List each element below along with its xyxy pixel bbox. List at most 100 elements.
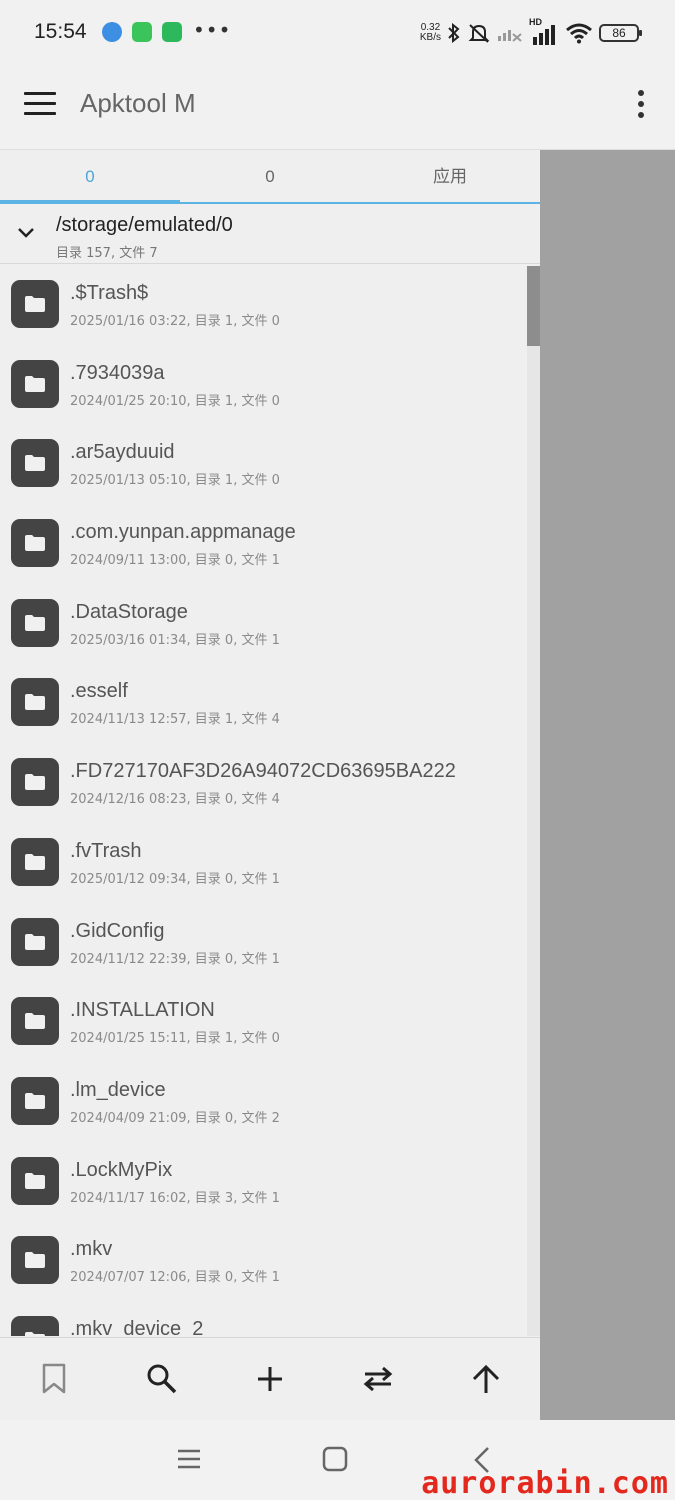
add-button[interactable] [240,1349,300,1409]
signal-strong-icon [533,25,555,45]
file-meta: 2024/04/09 21:09, 目录 0, 文件 2 [70,1110,280,1126]
search-button[interactable] [132,1349,192,1409]
file-name: .FD727170AF3D26A94072CD63695BA222 [70,760,456,783]
folder-icon [11,280,59,328]
file-name: .INSTALLATION [70,999,215,1022]
hamburger-menu-icon[interactable] [24,92,56,118]
app-bar: Apktool M [0,66,675,150]
folder-icon [11,678,59,727]
file-name: .DataStorage [70,600,188,623]
file-list-item[interactable]: .DataStorage 2025/03/16 01:34, 目录 0, 文件 1 [0,585,528,665]
add-icon [258,1367,282,1391]
file-list-item[interactable]: .7934039a 2024/01/25 20:10, 目录 1, 文件 0 [0,346,528,426]
recent-apps-icon[interactable] [176,1446,202,1472]
file-browser-pane: 0 0 应用 /storage/emulated/0 目录 157, 文件 7 … [0,150,540,1420]
file-name: .7934039a [70,361,165,384]
bookmark-button[interactable] [24,1349,84,1409]
file-list-item[interactable]: .ar5ayduuid 2025/01/13 05:10, 目录 1, 文件 0 [0,425,528,505]
file-name: .ar5ayduuid [70,441,175,464]
file-list-item[interactable]: .$Trash$ 2025/01/16 03:22, 目录 1, 文件 0 [0,266,528,346]
file-list-item[interactable]: .lm_device 2024/04/09 21:09, 目录 0, 文件 2 [0,1063,528,1143]
scrollbar-track[interactable] [527,266,540,1336]
folder-icon [11,439,59,488]
bottom-toolbar [0,1337,540,1420]
folder-icon [11,519,59,568]
scrollbar-thumb[interactable] [527,266,540,346]
file-meta: 2024/11/17 16:02, 目录 3, 文件 1 [70,1190,280,1206]
file-list-item[interactable]: .INSTALLATION 2024/01/25 15:11, 目录 1, 文件 … [0,983,528,1063]
path-header: /storage/emulated/0 目录 157, 文件 7 [0,204,540,264]
file-meta: 2024/11/12 22:39, 目录 0, 文件 1 [70,951,280,967]
path-summary: 目录 157, 文件 7 [56,246,158,261]
net-speed: 0.32 KB/s [420,23,441,43]
file-meta: 2024/12/16 08:23, 目录 0, 文件 4 [70,792,280,808]
tab-apps[interactable]: 应用 [360,150,540,202]
file-list[interactable]: .$Trash$ 2025/01/16 03:22, 目录 1, 文件 0 .793… [0,266,528,1336]
signal-weak-icon [498,30,522,42]
folder-icon [11,1236,59,1285]
file-name: .mkv_device_2 [70,1317,204,1336]
search-icon [147,1364,177,1394]
mute-bell-icon [468,24,490,43]
file-list-item[interactable]: .mkv 2024/07/07 12:06, 目录 0, 文件 1 [0,1222,528,1302]
file-name: .mkv [70,1238,113,1261]
app-title: Apktool M [80,88,196,118]
browser-notification-icon [102,22,122,42]
battery-indicator: 86 [599,24,642,42]
folder-icon [11,997,59,1046]
arrow-up-icon [472,1364,500,1393]
go-up-button[interactable] [456,1349,516,1409]
folder-icon [11,359,59,408]
file-meta: 2024/09/11 13:00, 目录 0, 文件 1 [70,553,280,569]
drawer-scrim[interactable] [540,150,675,1420]
bookmark-icon [42,1363,66,1394]
hd-signal: HD [529,17,559,45]
file-list-item[interactable]: .mkv_device_2 [0,1302,528,1336]
file-meta: 2025/01/12 09:34, 目录 0, 文件 1 [70,871,280,887]
file-name: .GidConfig [70,919,165,942]
tab-storage-2[interactable]: 0 [180,150,360,202]
bluetooth-icon [448,23,460,43]
wifi-icon [566,23,592,44]
file-meta: 2024/01/25 20:10, 目录 1, 文件 0 [70,393,280,409]
status-time: 15:54 [34,20,87,43]
file-meta: 2025/01/16 03:22, 目录 1, 文件 0 [70,314,280,329]
folder-icon [11,837,59,886]
file-meta: 2025/03/16 01:34, 目录 0, 文件 1 [70,632,280,648]
folder-icon [11,758,59,807]
file-list-item[interactable]: .com.yunpan.appmanage 2024/09/11 13:00, 目… [0,505,528,585]
folder-icon [11,1315,59,1336]
file-meta: 2025/01/13 05:10, 目录 1, 文件 0 [70,473,280,489]
file-meta: 2024/11/13 12:57, 目录 1, 文件 4 [70,712,280,728]
phone-notification-icon [162,22,182,42]
file-name: .lm_device [70,1078,166,1101]
swap-button[interactable] [348,1349,408,1409]
home-icon[interactable] [322,1446,348,1472]
more-vert-icon[interactable] [635,90,647,122]
file-name: .esself [70,680,128,703]
swap-icon [363,1366,393,1392]
more-notifications-icon: ••• [193,18,232,42]
file-list-item[interactable]: .fvTrash 2025/01/12 09:34, 目录 0, 文件 1 [0,824,528,904]
file-name: .$Trash$ [70,282,149,304]
file-list-item[interactable]: .LockMyPix 2024/11/17 16:02, 目录 3, 文件 1 [0,1143,528,1223]
folder-icon [11,1156,59,1205]
folder-icon [11,598,59,647]
tab-storage-1[interactable]: 0 [0,150,180,202]
current-path: /storage/emulated/0 [56,214,233,236]
status-indicators: 0.32 KB/s HD 86 [420,17,642,48]
tab-bar: 0 0 应用 [0,150,540,204]
folder-icon [11,917,59,966]
folder-icon [11,1076,59,1125]
file-list-item[interactable]: .FD727170AF3D26A94072CD63695BA222 2024/12… [0,744,528,824]
net-speed-unit: KB/s [419,32,441,43]
wechat-notification-icon [132,22,152,42]
file-name: .com.yunpan.appmanage [70,521,296,544]
watermark: aurorabin.com [421,1466,669,1500]
file-list-item[interactable]: .GidConfig 2024/11/12 22:39, 目录 0, 文件 1 [0,904,528,984]
file-meta: 2024/01/25 15:11, 目录 1, 文件 0 [70,1031,280,1047]
status-bar: 15:54 ••• 0.32 KB/s HD 86 [0,0,675,66]
file-meta: 2024/07/07 12:06, 目录 0, 文件 1 [70,1270,280,1286]
chevron-down-icon[interactable] [16,224,36,240]
file-list-item[interactable]: .esself 2024/11/13 12:57, 目录 1, 文件 4 [0,664,528,744]
